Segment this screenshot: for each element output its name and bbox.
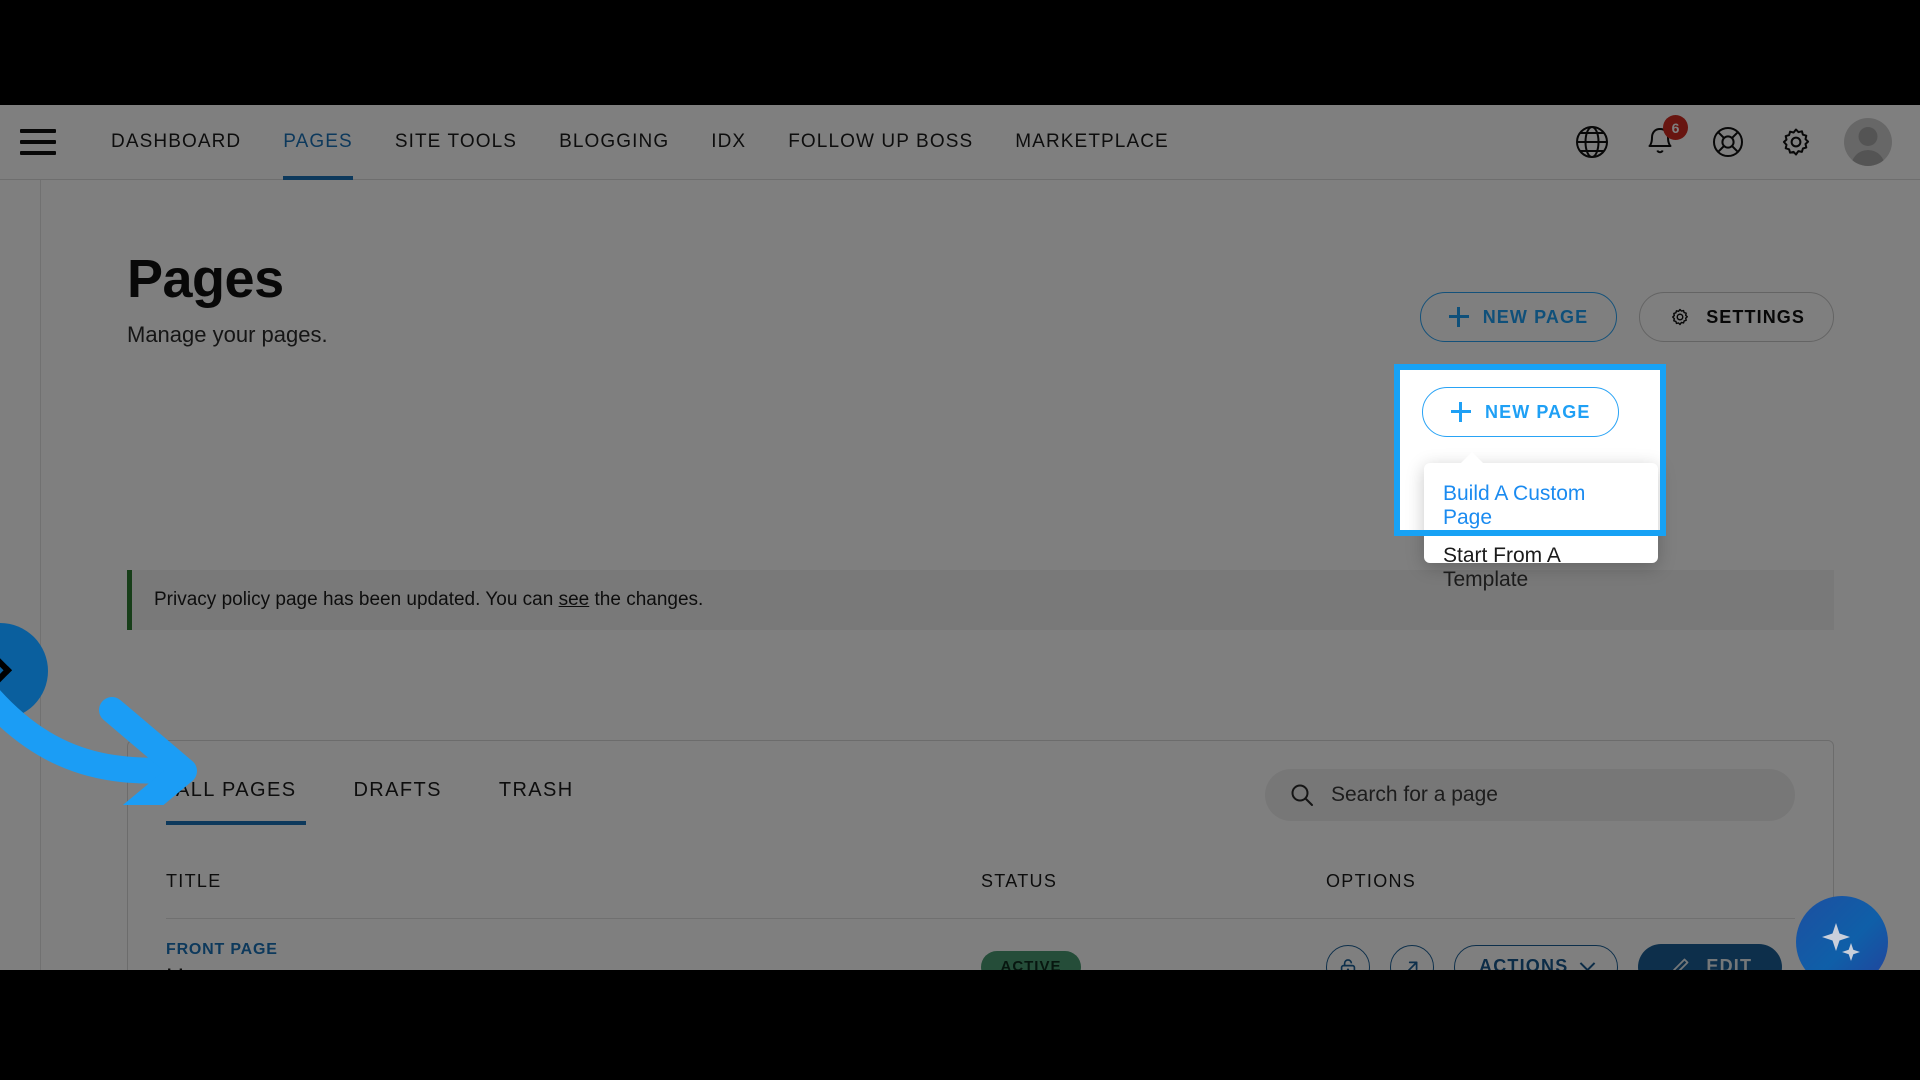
nav-label: SITE TOOLS xyxy=(394,131,518,152)
letterbox-top xyxy=(0,0,1920,105)
nav-item-follow-up-boss[interactable]: FOLLOW UP BOSS xyxy=(767,105,994,180)
globe-icon[interactable] xyxy=(1572,122,1612,162)
pages-card: ALL PAGES DRAFTS TRASH Search for a page… xyxy=(127,740,1834,970)
table-header-row: TITLE STATUS OPTIONS xyxy=(166,871,1795,919)
nav-label: MARKETPLACE xyxy=(1015,131,1169,152)
settings-button[interactable]: SETTINGS xyxy=(1639,292,1834,342)
screenshot-stage: DASHBOARD PAGES SITE TOOLS BLOGGING IDX … xyxy=(0,0,1920,1080)
pages-tabs: ALL PAGES DRAFTS TRASH xyxy=(128,741,621,839)
app-viewport: DASHBOARD PAGES SITE TOOLS BLOGGING IDX … xyxy=(0,105,1920,970)
page-header: Pages Manage your pages. xyxy=(127,248,328,348)
primary-nav-links: DASHBOARD PAGES SITE TOOLS BLOGGING IDX … xyxy=(90,105,1190,180)
chevron-down-icon xyxy=(1580,955,1596,970)
hamburger-menu-icon[interactable] xyxy=(20,129,56,155)
table-row: FRONT PAGE Home ACTIVE xyxy=(166,919,1795,970)
edit-label: EDIT xyxy=(1706,956,1753,970)
search-icon xyxy=(1291,784,1313,806)
bell-icon[interactable]: 6 xyxy=(1640,115,1688,162)
avatar-body xyxy=(1851,150,1885,166)
page-subtitle: Manage your pages. xyxy=(127,322,328,347)
row-options-cell: ACTIONS EDIT xyxy=(1326,943,1795,970)
menu-item-build-custom-page[interactable]: Build A Custom Page xyxy=(1424,475,1658,537)
pencil-icon xyxy=(1673,958,1689,970)
letterbox-bottom xyxy=(0,970,1920,1080)
notice-text-before: Privacy policy page has been updated. Yo… xyxy=(154,589,554,610)
plus-icon xyxy=(1451,402,1471,422)
search-container xyxy=(1265,769,1795,821)
edit-button[interactable]: EDIT xyxy=(1638,943,1783,970)
new-page-label: NEW PAGE xyxy=(1482,306,1589,327)
nav-item-marketplace[interactable]: MARKETPLACE xyxy=(994,105,1190,180)
row-title-cell: FRONT PAGE Home xyxy=(166,941,981,971)
actions-dropdown-button[interactable]: ACTIONS xyxy=(1454,944,1619,970)
collapsed-sidebar-rail xyxy=(0,180,41,970)
top-navigation-bar: DASHBOARD PAGES SITE TOOLS BLOGGING IDX … xyxy=(0,105,1920,180)
tab-all-pages[interactable]: ALL PAGES xyxy=(166,741,307,839)
lifebuoy-help-icon[interactable] xyxy=(1708,122,1748,162)
avatar-head xyxy=(1858,127,1878,146)
nav-item-pages[interactable]: PAGES xyxy=(262,105,374,180)
tab-drafts[interactable]: DRAFTS xyxy=(343,741,451,839)
new-page-label: NEW PAGE xyxy=(1485,401,1591,422)
tab-label: DRAFTS xyxy=(353,778,442,801)
status-badge: ACTIVE xyxy=(981,950,1081,970)
gear-settings-icon[interactable] xyxy=(1776,122,1816,162)
column-header-status: STATUS xyxy=(981,871,1058,891)
gear-icon xyxy=(1672,308,1689,326)
notice-see-link[interactable]: see xyxy=(559,589,590,611)
row-status-cell: ACTIVE xyxy=(981,950,1326,970)
tab-label: TRASH xyxy=(498,778,574,801)
nav-label: DASHBOARD xyxy=(111,131,242,152)
sparkles-icon xyxy=(1822,923,1860,961)
menu-item-start-from-template[interactable]: Start From A Template xyxy=(1424,537,1658,599)
nav-icon-group: 6 xyxy=(1572,115,1920,166)
actions-label: ACTIONS xyxy=(1479,956,1569,970)
new-page-dropdown-menu: Build A Custom Page Start From A Templat… xyxy=(1424,452,1658,591)
column-header-options: OPTIONS xyxy=(1326,871,1417,891)
external-link-icon[interactable] xyxy=(1390,944,1434,970)
column-header-title: TITLE xyxy=(166,871,222,891)
search-input[interactable] xyxy=(1331,783,1761,807)
nav-label: IDX xyxy=(711,131,747,152)
nav-label: FOLLOW UP BOSS xyxy=(788,131,974,152)
lock-icon[interactable] xyxy=(1326,944,1370,970)
avatar[interactable] xyxy=(1844,118,1892,166)
nav-item-dashboard[interactable]: DASHBOARD xyxy=(90,105,262,180)
nav-item-idx[interactable]: IDX xyxy=(690,105,767,180)
settings-label: SETTINGS xyxy=(1706,306,1805,327)
nav-item-site-tools[interactable]: SITE TOOLS xyxy=(374,105,538,180)
chevron-right-icon xyxy=(0,654,13,686)
nav-item-blogging[interactable]: BLOGGING xyxy=(538,105,690,180)
front-page-tag: FRONT PAGE xyxy=(166,940,278,958)
plus-icon xyxy=(1448,307,1469,327)
new-page-button[interactable]: NEW PAGE xyxy=(1419,292,1618,342)
new-page-button-highlighted[interactable]: NEW PAGE xyxy=(1422,387,1620,437)
notice-text-after: the changes. xyxy=(594,589,704,610)
page-title: Pages xyxy=(127,249,284,309)
tab-label: ALL PAGES xyxy=(176,778,297,801)
nav-label: PAGES xyxy=(283,131,353,152)
notification-badge: 6 xyxy=(1663,115,1688,140)
tab-trash[interactable]: TRASH xyxy=(489,741,584,839)
nav-label: BLOGGING xyxy=(559,131,670,152)
header-action-buttons: NEW PAGE SETTINGS xyxy=(1419,292,1834,342)
